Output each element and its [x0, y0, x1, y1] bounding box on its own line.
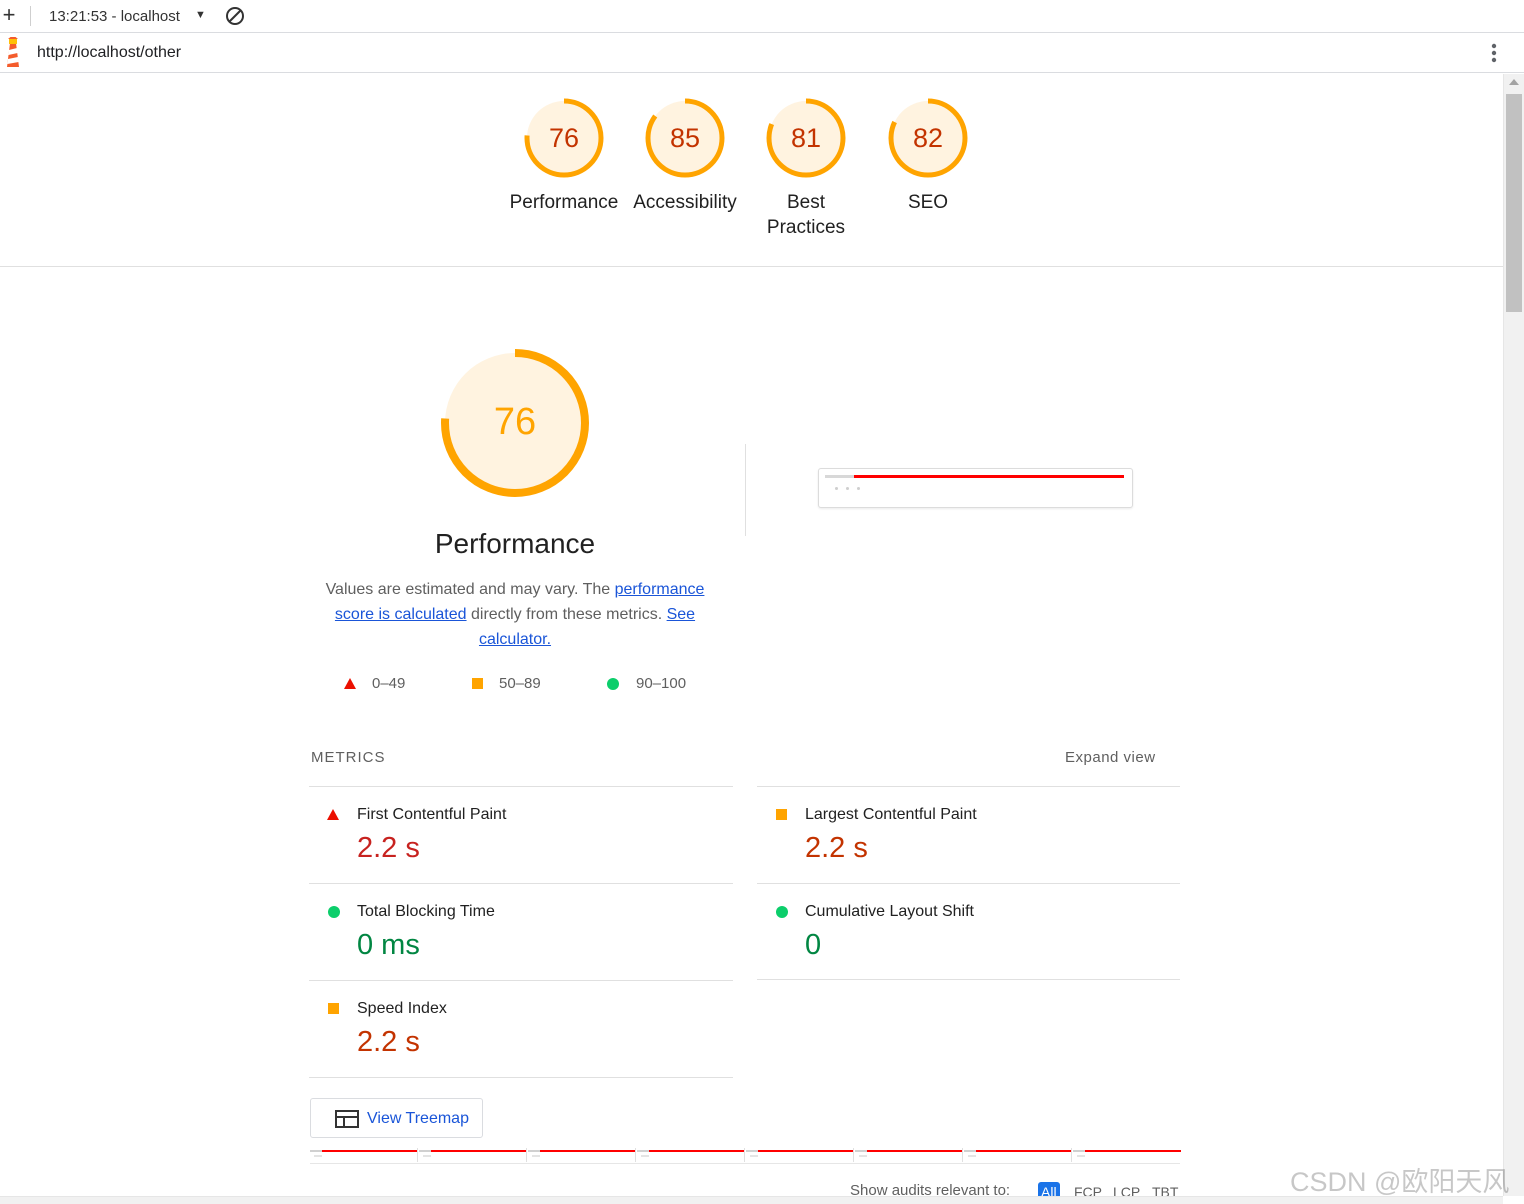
metric-speed-index: Speed Index 2.2 s [309, 981, 733, 1078]
gauge-accessibility[interactable]: 85 Accessibility [624, 96, 746, 215]
metric-title: Total Blocking Time [357, 903, 495, 920]
gauge-label: SEO [907, 192, 949, 213]
toolbar-divider [30, 6, 31, 26]
performance-description: Values are estimated and may vary. The p… [320, 577, 710, 652]
view-treemap-label: View Treemap [367, 1110, 469, 1127]
filmstrip-frame [419, 1148, 527, 1162]
kebab-menu-icon[interactable] [1488, 41, 1500, 65]
report-session-select[interactable]: 13:21:53 - localhost [49, 8, 180, 25]
final-screenshot-thumbnail[interactable] [818, 468, 1133, 508]
circle-icon [607, 678, 619, 690]
metric-total-blocking-time: Total Blocking Time 0 ms [309, 884, 733, 981]
metric-first-contentful-paint: First Contentful Paint 2.2 s [309, 787, 733, 884]
filmstrip-frame [1073, 1148, 1181, 1162]
thumbnail-dot [835, 487, 838, 490]
performance-title: Performance [434, 528, 596, 559]
metric-cumulative-layout-shift: Cumulative Layout Shift 0 [757, 884, 1180, 980]
square-icon [776, 809, 787, 820]
horizontal-scrollbar[interactable] [0, 1196, 1503, 1204]
metric-value: 2.2 s [357, 832, 420, 864]
report-url[interactable]: http://localhost/other [37, 44, 181, 62]
expand-view-toggle[interactable]: Expand view [1065, 749, 1156, 766]
gauge-label: Accessibility [633, 192, 737, 213]
metric-title: Speed Index [357, 1000, 447, 1017]
filmstrip-frame [746, 1148, 854, 1162]
square-icon [328, 1003, 339, 1014]
treemap-icon [335, 1110, 359, 1128]
scores-header: 76 Performance 85 Accessibility 81 Best … [0, 74, 1503, 267]
section-divider [745, 444, 746, 536]
gauge-best-practices[interactable]: 81 Best Practices [745, 96, 867, 240]
triangle-icon [327, 809, 339, 820]
desc-text: Values are estimated and may vary. The [325, 581, 615, 598]
legend-range: 90–100 [636, 675, 687, 692]
metrics-heading: METRICS [311, 749, 386, 766]
circle-icon [776, 906, 788, 918]
thumbnail-dot [846, 487, 849, 490]
metric-largest-contentful-paint: Largest Contentful Paint 2.2 s [757, 787, 1180, 884]
gauge-score: 81 [791, 123, 821, 153]
gauge-ring: 85 [645, 98, 725, 178]
gauge-performance[interactable]: 76 Performance [503, 96, 625, 215]
filmstrip-frame [310, 1148, 418, 1162]
metric-value: 0 [805, 929, 822, 961]
filmstrip-frame [637, 1148, 745, 1162]
triangle-icon [344, 678, 356, 689]
thumbnail-bar [854, 475, 1124, 478]
legend-range: 50–89 [499, 675, 541, 692]
metric-value: 0 ms [357, 929, 420, 961]
caret-down-icon[interactable]: ▼ [195, 9, 206, 21]
view-treemap-button[interactable]: View Treemap [310, 1098, 483, 1138]
watermark: CSDN @欧阳天风 [1290, 1167, 1510, 1197]
lighthouse-icon [7, 37, 19, 67]
metric-title: First Contentful Paint [357, 806, 507, 823]
thumbnail-bar [825, 475, 855, 478]
metric-title: Largest Contentful Paint [805, 806, 977, 823]
report-url-bar: http://localhost/other [0, 33, 1524, 73]
metric-value: 2.2 s [357, 1026, 420, 1058]
gauge-ring: 82 [888, 98, 968, 178]
gauge-seo[interactable]: 82 SEO [867, 96, 989, 215]
filmstrip [310, 1148, 1181, 1164]
filmstrip-frame [528, 1148, 636, 1162]
metric-value: 2.2 s [805, 832, 868, 864]
filmstrip-frame [855, 1148, 963, 1162]
devtools-toolbar: + 13:21:53 - localhost ▼ [0, 0, 1524, 33]
circle-icon [328, 906, 340, 918]
gauge-score: 85 [670, 123, 700, 153]
performance-gauge: 76 [441, 349, 589, 497]
scroll-up-icon[interactable] [1509, 79, 1519, 85]
filmstrip-frame [964, 1148, 1072, 1162]
metric-title: Cumulative Layout Shift [805, 903, 974, 920]
gauge-score: 82 [913, 123, 943, 153]
scrollbar-thumb[interactable] [1506, 94, 1522, 312]
square-icon [472, 678, 483, 689]
gauge-ring: 81 [766, 98, 846, 178]
thumbnail-dot [857, 487, 860, 490]
legend-range: 0–49 [372, 675, 406, 692]
performance-score: 76 [494, 401, 536, 443]
gauge-label: Performance [509, 192, 619, 213]
gauge-ring: 76 [524, 98, 604, 178]
desc-text: directly from these metrics. [466, 606, 667, 623]
gauge-score: 76 [549, 123, 579, 153]
plus-icon[interactable]: + [0, 4, 18, 26]
gauge-label: Best Practices [766, 192, 846, 238]
block-icon[interactable] [225, 6, 245, 26]
